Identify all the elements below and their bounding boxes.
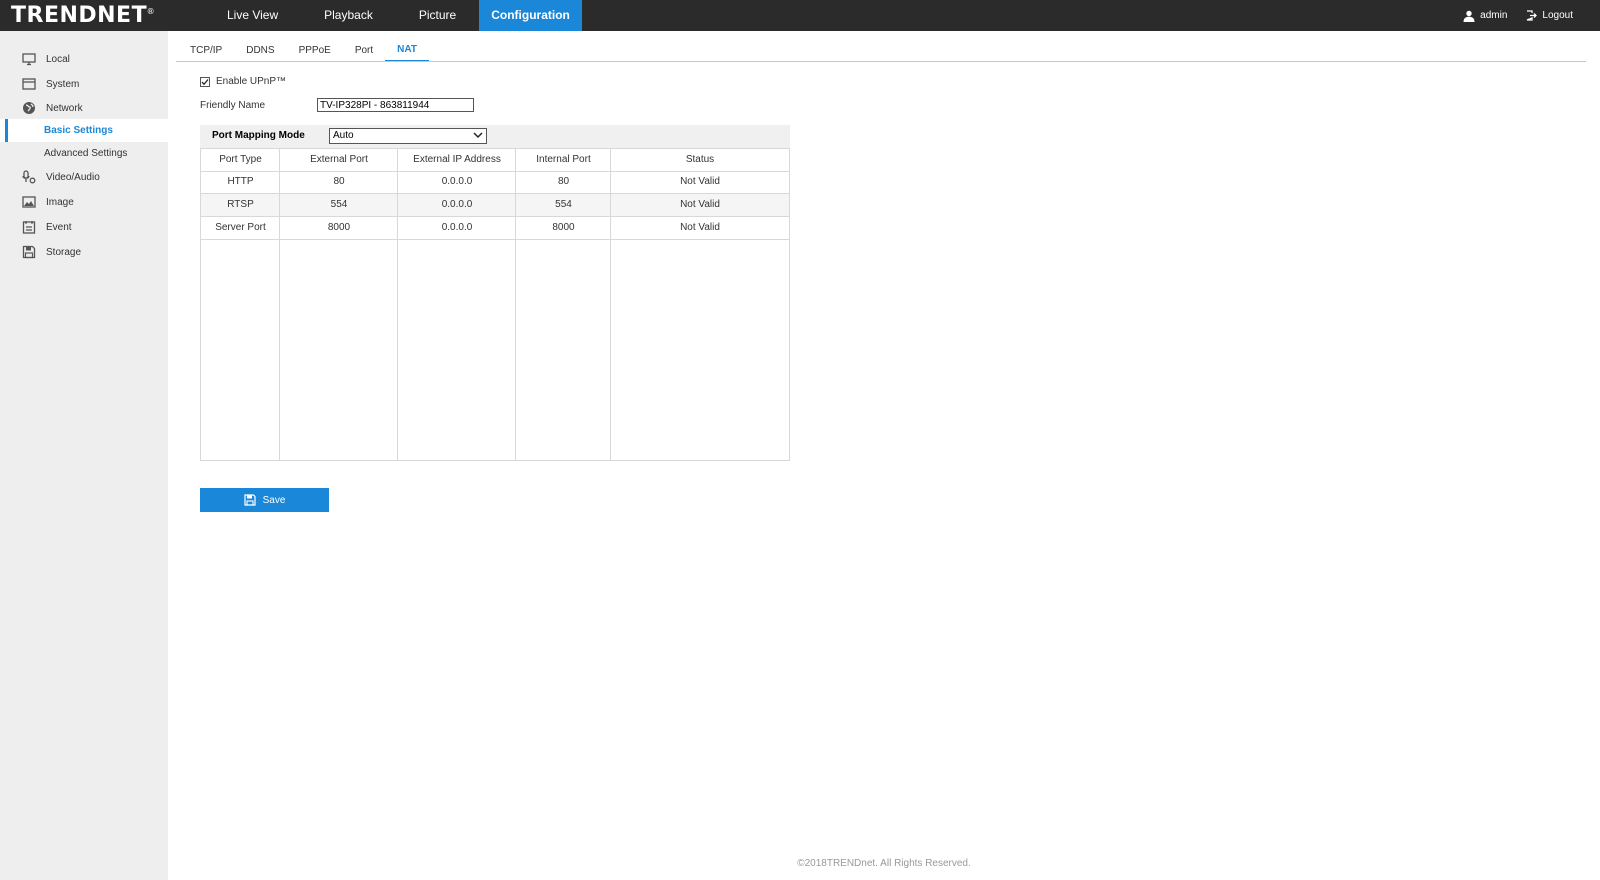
port-mapping-mode-value: Auto <box>333 130 354 141</box>
tab-port[interactable]: Port <box>343 38 385 62</box>
sidebar-item-video-audio[interactable]: Video/Audio <box>0 166 168 188</box>
nav-playback[interactable]: Playback <box>301 0 396 31</box>
cell-status: Not Valid <box>680 199 720 210</box>
sub-tabs: TCP/IP DDNS PPPoE Port NAT <box>178 38 429 62</box>
main-nav: Live View Playback Picture Configuration <box>204 0 582 31</box>
user-area: admin Logout <box>1444 0 1573 31</box>
logout-icon <box>1527 10 1538 21</box>
sidebar-item-label: System <box>46 78 80 90</box>
column-header-status: Status <box>685 154 715 165</box>
column-divider <box>516 149 611 460</box>
port-mapping-mode-bar: Port Mapping Mode Auto <box>200 125 790 148</box>
storage-icon <box>22 245 36 259</box>
logout-label: Logout <box>1542 10 1573 21</box>
system-window-icon <box>22 78 36 90</box>
user-name: admin <box>1480 10 1508 21</box>
sidebar-item-system[interactable]: System <box>0 73 168 95</box>
sidebar-item-event[interactable]: Event <box>0 216 168 238</box>
friendly-name-label: Friendly Name <box>200 100 266 111</box>
save-label: Save <box>262 494 286 506</box>
sidebar-item-label: Advanced Settings <box>44 148 128 159</box>
sidebar-item-image[interactable]: Image <box>0 191 168 213</box>
sidebar-item-label: Storage <box>46 246 82 258</box>
column-divider <box>201 149 280 460</box>
nav-configuration[interactable]: Configuration <box>479 0 582 31</box>
enable-upnp-checkbox[interactable] <box>200 76 210 87</box>
friendly-name-input[interactable] <box>317 98 474 112</box>
sidebar-item-label: Local <box>46 53 70 65</box>
trendnet-logo: TRENDNET ® <box>11 3 156 28</box>
tab-divider <box>176 61 1586 62</box>
save-button[interactable]: Save <box>200 488 329 512</box>
cell-status: Not Valid <box>680 176 720 187</box>
calendar-icon <box>22 221 36 234</box>
chevron-down-icon <box>473 132 483 139</box>
port-mapping-mode-select[interactable]: Auto <box>329 128 487 144</box>
sidebar-item-label: Basic Settings <box>44 125 113 136</box>
tab-pppoe[interactable]: PPPoE <box>287 38 343 62</box>
tab-tcpip[interactable]: TCP/IP <box>178 38 234 62</box>
logout-button[interactable]: Logout <box>1526 10 1573 21</box>
top-bar: TRENDNET ® Live View Playback Picture Con… <box>0 0 1600 31</box>
sidebar-item-label: Image <box>46 196 74 208</box>
image-icon <box>22 196 36 208</box>
checkmark-icon <box>201 78 209 85</box>
column-divider <box>280 149 398 460</box>
globe-icon <box>23 102 35 114</box>
tab-nat[interactable]: NAT <box>385 38 429 62</box>
sidebar: Local System Network Basic Settings Adva… <box>0 31 168 880</box>
floppy-disk-icon <box>243 494 256 506</box>
nav-live-view[interactable]: Live View <box>204 0 301 31</box>
monitor-icon <box>22 53 36 66</box>
enable-upnp-row: Enable UPnP™ <box>200 76 286 87</box>
user-account[interactable]: admin <box>1463 10 1507 22</box>
sidebar-item-network[interactable]: Network <box>0 97 168 119</box>
user-icon <box>1463 10 1475 22</box>
sidebar-item-label: Event <box>46 221 72 233</box>
tab-ddns[interactable]: DDNS <box>234 38 286 62</box>
port-mapping-mode-label: Port Mapping Mode <box>212 130 305 141</box>
sidebar-item-local[interactable]: Local <box>0 48 168 70</box>
sidebar-item-basic-settings[interactable]: Basic Settings <box>0 119 168 142</box>
enable-upnp-label: Enable UPnP™ <box>216 76 287 87</box>
video-audio-icon <box>22 170 36 184</box>
cell-status: Not Valid <box>680 222 720 233</box>
column-divider <box>398 149 516 460</box>
sidebar-item-label: Network <box>46 102 83 114</box>
nav-picture[interactable]: Picture <box>396 0 479 31</box>
sidebar-item-storage[interactable]: Storage <box>0 241 168 263</box>
sidebar-item-advanced-settings[interactable]: Advanced Settings <box>0 142 168 165</box>
nat-port-table: Port Type External Port External IP Addr… <box>200 148 790 461</box>
copyright-footer: ©2018TRENDnet. All Rights Reserved. <box>797 858 971 869</box>
sidebar-item-label: Video/Audio <box>46 171 100 183</box>
